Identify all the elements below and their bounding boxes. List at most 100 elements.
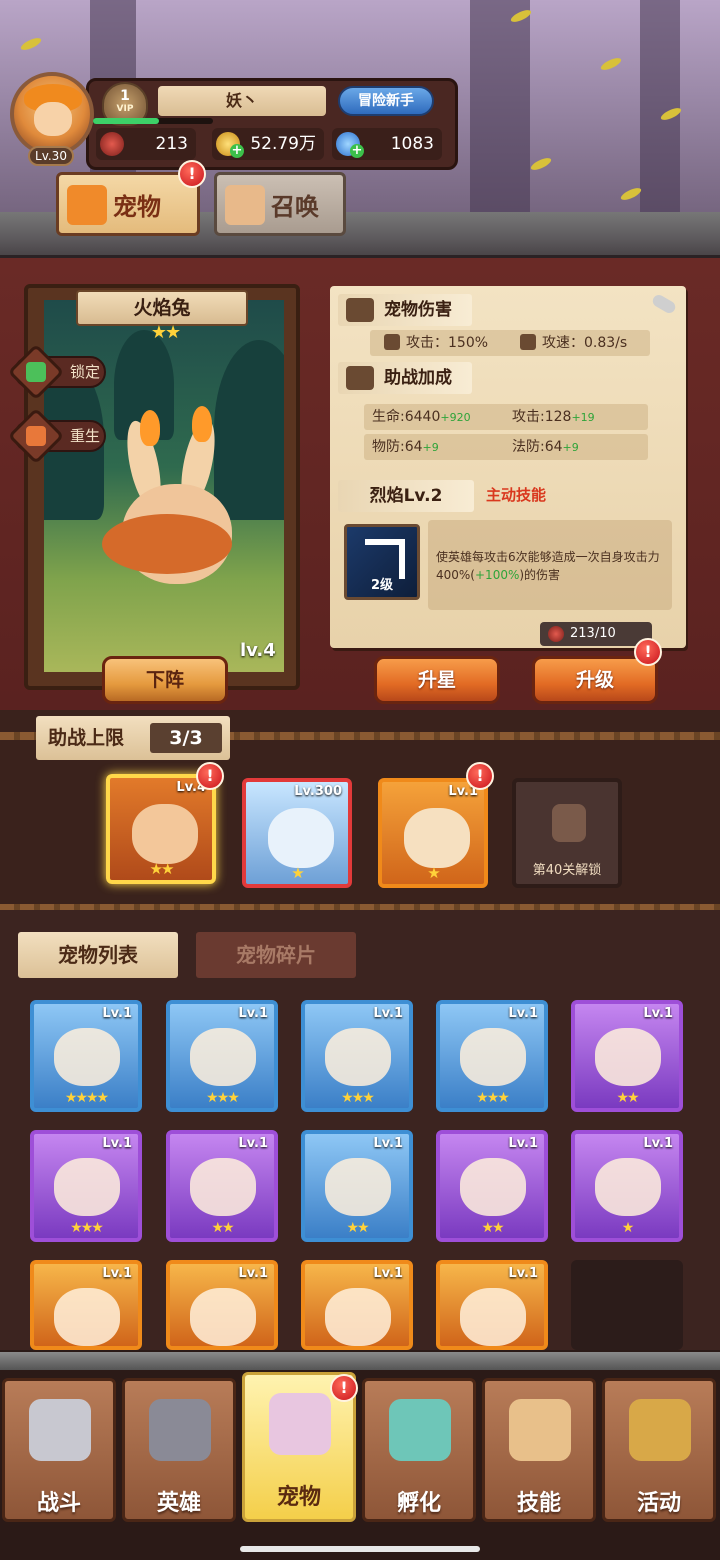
pet-list-empty-slot — [571, 1260, 683, 1350]
nav-crossed-swords[interactable]: 战斗 — [2, 1378, 116, 1522]
knight-helmet-icon — [149, 1399, 211, 1461]
pet-list-item[interactable]: Lv.1 — [301, 1260, 413, 1350]
pet-list-item-stars: ★★★★ — [64, 1090, 109, 1106]
skill-desc-bonus: +100% — [475, 568, 520, 582]
pet-list-item[interactable]: Lv.1 ★★ — [301, 1130, 413, 1242]
player-title-badge[interactable]: 冒险新手 — [338, 86, 434, 116]
pet-thumbnail — [325, 1158, 391, 1216]
pet-list-item-stars: ★★ — [616, 1090, 639, 1106]
gem-counter: + 1083 — [332, 128, 442, 160]
mdef-value: 法防:64 — [512, 439, 563, 455]
helper-slot-stars: ★ — [427, 864, 440, 882]
pet-list-item-stars: ★★★ — [206, 1090, 240, 1106]
lock-button[interactable]: 锁定 — [7, 343, 106, 401]
pet-thumbnail — [54, 1028, 120, 1086]
pet-list-item[interactable]: Lv.1 — [436, 1260, 548, 1350]
list-icon — [346, 366, 374, 390]
hp-value: 生命:6440 — [372, 409, 441, 425]
attack-stat: 攻击：150% — [384, 330, 488, 356]
nav-alert-icon: ! — [330, 1374, 358, 1402]
add-gold-icon[interactable]: + — [230, 144, 244, 158]
ruby-value: 213 — [155, 134, 188, 154]
dual-swords-icon — [520, 334, 536, 350]
assist-stats-row-2: 物防:64+9 法防:64+9 — [364, 434, 648, 460]
player-level-badge: Lv.30 — [28, 146, 74, 166]
shard-count-value: 213/10 — [570, 626, 616, 641]
nav-knight-helmet[interactable]: 英雄 — [122, 1378, 236, 1522]
helper-slot-level: Lv.300 — [294, 784, 342, 799]
pet-list-item[interactable]: Lv.1 ★★ — [436, 1130, 548, 1242]
egg-icon — [389, 1399, 451, 1461]
pet-list-item[interactable]: Lv.1 ★★★ — [301, 1000, 413, 1112]
helper-slot-stars: ★ — [291, 864, 304, 882]
helper-slot-1-alert-icon: ! — [196, 762, 224, 790]
helper-limit-title: 助战上限 3/3 — [36, 716, 230, 760]
star-up-button[interactable]: 升星 — [374, 656, 500, 704]
rebirth-button[interactable]: 重生 — [7, 407, 106, 465]
skill-icon-level: 2级 — [370, 578, 394, 593]
pet-list-item[interactable]: Lv.1 — [166, 1260, 278, 1350]
pet-thumbnail — [54, 1288, 120, 1346]
pet-list-item-level: Lv.1 — [643, 1006, 673, 1021]
winged-heart-icon — [269, 1393, 331, 1455]
player-avatar[interactable] — [10, 72, 94, 156]
pet-list-item-stars: ★★★ — [70, 1220, 104, 1236]
pet-list-item-level: Lv.1 — [238, 1266, 268, 1281]
pet-list-item[interactable]: Lv.1 — [30, 1260, 142, 1350]
ruby-icon — [548, 626, 564, 642]
pet-list-item-level: Lv.1 — [508, 1006, 538, 1021]
nav-egg[interactable]: 孵化 — [362, 1378, 476, 1522]
pet-list-item[interactable]: Lv.1 ★ — [571, 1130, 683, 1242]
helper-slot-3[interactable]: Lv.1 ★ — [378, 778, 488, 888]
vip-level: 1 — [120, 88, 130, 104]
gold-counter: + 52.79万 — [212, 128, 324, 160]
pet-name: 火焰兔 — [76, 290, 248, 326]
tab-pet-list[interactable]: 宠物列表 — [18, 932, 178, 978]
tab-pet-shards[interactable]: 宠物碎片 — [196, 932, 356, 978]
pet-list-item-level: Lv.1 — [373, 1136, 403, 1151]
pet-list-item[interactable]: Lv.1 ★★★ — [166, 1000, 278, 1112]
assist-header-label: 助战加成 — [384, 368, 452, 388]
add-gem-icon[interactable]: + — [350, 144, 364, 158]
vip-label: VIP — [116, 104, 134, 114]
padlock-icon — [552, 804, 586, 842]
pet-list-item[interactable]: Lv.1 ★★★ — [436, 1000, 548, 1112]
gold-value: 52.79万 — [250, 134, 316, 154]
pet-thumbnail — [325, 1288, 391, 1346]
crossed-swords-icon — [346, 298, 374, 322]
assist-stats-row-1: 生命:6440+920 攻击:128+19 — [364, 404, 648, 430]
pet-list-item[interactable]: Lv.1 ★★★★ — [30, 1000, 142, 1112]
pet-thumbnail — [460, 1288, 526, 1346]
tab-pet[interactable]: 宠物 — [56, 172, 200, 236]
skill-arrow-icon[interactable]: 2级 — [344, 524, 420, 600]
helper-slot-locked[interactable]: 第40关解锁 — [512, 778, 622, 888]
skill-desc-text-2: )的伤害 — [519, 568, 561, 582]
nav-spellbook[interactable]: 技能 — [482, 1378, 596, 1522]
hp-bonus: +920 — [440, 411, 471, 424]
skill-description: 使英雄每攻击6次能够造成一次自身攻击力400%(+100%)的伤害 — [428, 520, 672, 610]
tab-summon[interactable]: 召唤 — [214, 172, 346, 236]
gem-value: 1083 — [390, 134, 434, 154]
crossed-swords-icon — [29, 1399, 91, 1461]
pet-list-item[interactable]: Lv.1 ★★ — [571, 1000, 683, 1112]
pet-list-item-level: Lv.1 — [102, 1136, 132, 1151]
paw-icon — [225, 185, 265, 225]
pet-stars: ★★ — [150, 322, 181, 343]
nav-treasure-scroll[interactable]: 活动 — [602, 1378, 716, 1522]
pet-list-item[interactable]: Lv.1 ★★ — [166, 1130, 278, 1242]
unlock-condition: 第40关解锁 — [532, 863, 602, 878]
helper-slot-3-alert-icon: ! — [466, 762, 494, 790]
pet-list-item-level: Lv.1 — [643, 1136, 673, 1151]
pet-thumbnail — [460, 1028, 526, 1086]
lock-label: 锁定 — [70, 363, 101, 381]
pet-thumbnail — [595, 1158, 661, 1216]
unequip-button[interactable]: 下阵 — [102, 656, 228, 704]
bottom-rail — [0, 1352, 720, 1370]
helper-slot-1[interactable]: Lv.4 ★★ — [106, 774, 216, 884]
pet-list-item[interactable]: Lv.1 ★★★ — [30, 1130, 142, 1242]
home-indicator[interactable] — [240, 1546, 480, 1552]
helper-slot-2[interactable]: Lv.300 ★ — [242, 778, 352, 888]
pet-thumbnail — [190, 1288, 256, 1346]
pet-list-item-level: Lv.1 — [508, 1136, 538, 1151]
atk-value: 攻击:128 — [512, 409, 572, 425]
